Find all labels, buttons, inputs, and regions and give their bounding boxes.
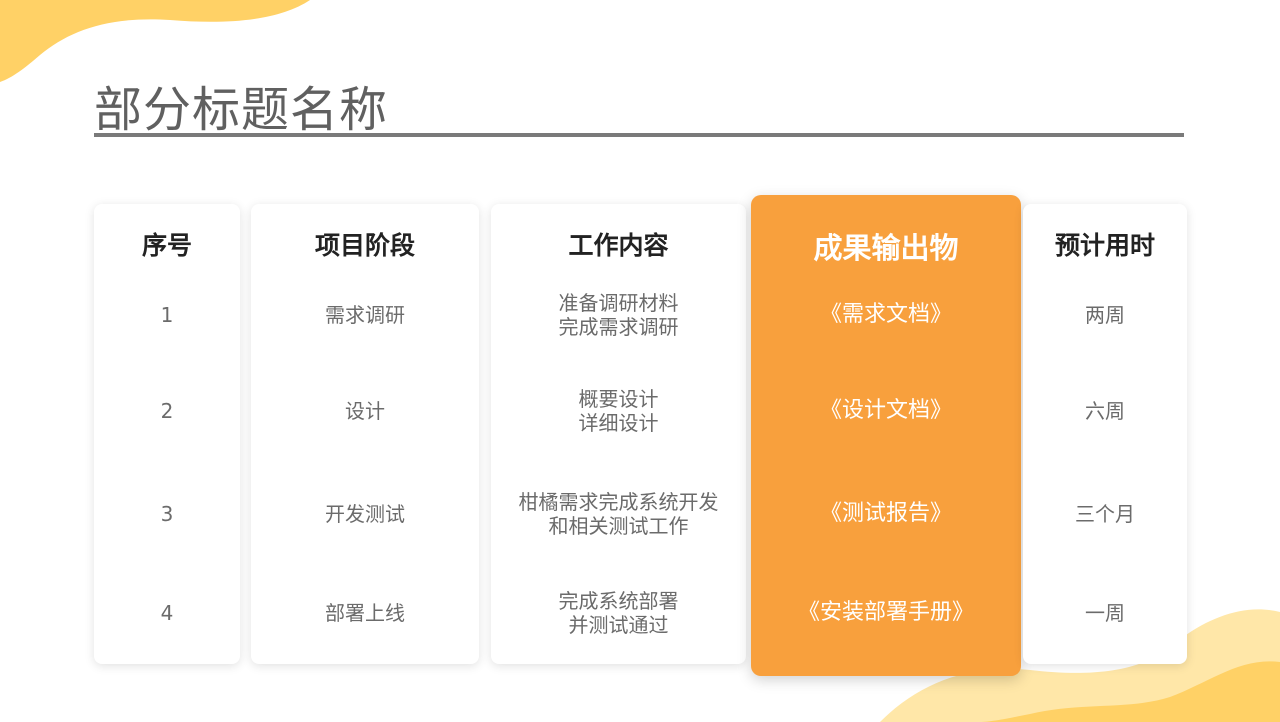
- column-duration: 预计用时两周六周三个月一周: [1023, 204, 1187, 664]
- cell-text-line: 开发测试: [325, 502, 405, 526]
- cell-stage-row-4: 部署上线: [251, 601, 479, 625]
- page-title: 部分标题名称: [94, 82, 389, 138]
- cell-text-line: 1: [160, 303, 174, 327]
- cell-index-row-1: 1: [94, 303, 240, 327]
- cell-stage-row-1: 需求调研: [251, 303, 479, 327]
- cell-text-line: 2: [160, 399, 174, 423]
- corner-wave-decoration-top-left: [0, 0, 310, 82]
- cell-work-content-row-4: 完成系统部署 并测试通过: [491, 589, 746, 637]
- column-header-duration: 预计用时: [1054, 231, 1155, 260]
- cell-text-line: 《设计文档》: [819, 398, 952, 423]
- column-header-work-content: 工作内容: [568, 231, 669, 260]
- cell-duration-row-1: 两周: [1023, 303, 1187, 327]
- cell-text-line: 准备调研材料: [558, 291, 679, 315]
- cell-index-row-3: 3: [94, 502, 240, 526]
- column-header-index: 序号: [141, 231, 192, 260]
- cell-text-line: 需求调研: [325, 303, 405, 327]
- cell-deliverables-row-1: 《需求文档》: [751, 303, 1021, 327]
- cell-work-content-row-1: 准备调研材料 完成需求调研: [491, 291, 746, 339]
- cell-duration-row-4: 一周: [1023, 601, 1187, 625]
- cell-deliverables-row-3: 《测试报告》: [751, 502, 1021, 526]
- cell-text-line: 一周: [1085, 601, 1125, 625]
- cell-index-row-4: 4: [94, 601, 240, 625]
- cell-text-line: 部署上线: [325, 601, 405, 625]
- title-underline: [94, 133, 1184, 137]
- cell-text-line: 《需求文档》: [819, 302, 952, 327]
- cell-text-line: 《安装部署手册》: [797, 600, 974, 625]
- cell-text-line: 概要设计: [578, 387, 659, 411]
- cell-stage-row-2: 设计: [251, 399, 479, 423]
- cell-text-line: 《测试报告》: [819, 501, 952, 526]
- column-header-stage: 项目阶段: [314, 231, 415, 260]
- cell-work-content-row-2: 概要设计 详细设计: [491, 387, 746, 435]
- cell-text-line: 并测试通过: [568, 613, 669, 637]
- cell-text-line: 4: [160, 601, 174, 625]
- cell-text-line: 六周: [1085, 399, 1125, 423]
- cell-text-line: 柑橘需求完成系统开发: [518, 490, 719, 514]
- column-index: 序号 1 2 3 4: [94, 204, 240, 664]
- cell-text-line: 和相关测试工作: [548, 514, 689, 538]
- cell-text-line: 详细设计: [578, 411, 659, 435]
- cell-text-line: 两周: [1085, 303, 1125, 327]
- cell-text-line: 设计: [345, 399, 385, 423]
- cell-stage-row-3: 开发测试: [251, 502, 479, 526]
- cell-index-row-2: 2: [94, 399, 240, 423]
- cell-deliverables-row-2: 《设计文档》: [751, 399, 1021, 423]
- cell-duration-row-2: 六周: [1023, 399, 1187, 423]
- cell-text-line: 3: [160, 502, 174, 526]
- cell-text-line: 完成系统部署: [558, 589, 679, 613]
- column-header-deliverables: 成果输出物: [813, 231, 959, 265]
- cell-duration-row-3: 三个月: [1023, 502, 1187, 526]
- column-work-content: 工作内容 准备调研材料 完成需求调研 概要设计 详细设计 柑橘需求完成系统开发 和相关测试工…: [491, 204, 746, 664]
- column-stage: 项目阶段需求调研设计开发测试部署上线: [251, 204, 479, 664]
- column-deliverables: 成果输出物《需求文档》 《设计文档》 《测试报告》 《安装部署手册》: [751, 195, 1021, 676]
- cell-work-content-row-3: 柑橘需求完成系统开发 和相关测试工作: [491, 490, 746, 538]
- cell-deliverables-row-4: 《安装部署手册》: [751, 601, 1021, 625]
- cell-text-line: 三个月: [1075, 502, 1135, 526]
- cell-text-line: 完成需求调研: [558, 315, 679, 339]
